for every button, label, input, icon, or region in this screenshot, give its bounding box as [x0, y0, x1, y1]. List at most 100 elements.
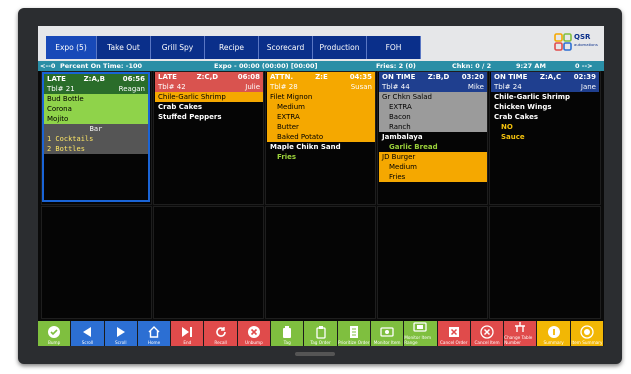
- order-ticket[interactable]: LATE Z:C,D 06:08 Tbl# 42 Julie Chile-Gar…: [155, 72, 263, 202]
- ticket-header: ON TIME Z:B,D 03:20: [379, 72, 487, 82]
- order-item[interactable]: Gr Chkn Salad: [379, 92, 487, 102]
- button-label: Item Summary: [571, 340, 603, 345]
- item-modifier: Bacon: [379, 112, 487, 122]
- tab-grill-spy[interactable]: Grill Spy: [151, 36, 205, 59]
- order-item[interactable]: Mojito: [44, 114, 148, 124]
- order-item[interactable]: Corona: [44, 104, 148, 114]
- grid-cell: [265, 206, 376, 319]
- order-seat: Z:A,B: [83, 75, 106, 83]
- monitor-item-range-button[interactable]: Monitor Item Range: [404, 320, 438, 346]
- order-item[interactable]: Filet Mignon: [267, 92, 375, 102]
- change-table-number-button[interactable]: Change Table Number: [504, 321, 538, 346]
- unbump-button[interactable]: Unbump: [237, 321, 272, 346]
- order-ticket[interactable]: ON TIME Z:B,D 03:20 Tbl# 44 Mike Gr Chkn…: [379, 72, 487, 202]
- cancel-order-button[interactable]: Cancel Order: [437, 321, 471, 346]
- button-label: Home: [147, 340, 161, 345]
- recall-icon: [214, 325, 228, 339]
- order-item[interactable]: Stuffed Peppers: [155, 112, 263, 122]
- tag-icon: [280, 325, 294, 339]
- recall-button[interactable]: Recall: [204, 321, 238, 346]
- logo-icon: [554, 33, 572, 51]
- order-grid: LATE Z:A,B 06:56 Tbl# 21 Reagan Bud Bott…: [38, 71, 604, 321]
- server-name: Mike: [467, 83, 484, 91]
- order-ticket[interactable]: ON TIME Z:A,C 02:39 Tbl# 24 Jane Chile-G…: [491, 72, 599, 202]
- order-item[interactable]: Bud Bottle: [44, 94, 148, 104]
- table-number: Tbl# 24: [494, 83, 522, 91]
- tab-expo[interactable]: Expo (5): [46, 36, 97, 59]
- button-label: End: [183, 340, 192, 345]
- tab-production[interactable]: Production: [313, 36, 367, 59]
- order-seat: Z:E: [315, 73, 328, 81]
- order-ticket[interactable]: ATTN. Z:E 04:35 Tbl# 28 Susan Filet Mign…: [267, 72, 375, 202]
- scroll-right-button[interactable]: Scroll: [104, 321, 138, 346]
- server-name: Jane: [580, 83, 596, 91]
- item-modifier: Medium: [267, 102, 375, 112]
- tab-foh[interactable]: FOH: [367, 36, 421, 59]
- button-label: Prioritize Order: [338, 340, 370, 345]
- station-label: Bar: [44, 124, 148, 134]
- order-status: LATE: [47, 75, 66, 83]
- tab-scorecard[interactable]: Scorecard: [259, 36, 313, 59]
- ticket-header: ATTN. Z:E 04:35: [267, 72, 375, 82]
- monitor-item-button[interactable]: Monitor Item: [370, 321, 405, 346]
- server-name: Reagan: [118, 85, 145, 93]
- percent-on-time: Percent On Time: -100: [60, 62, 143, 70]
- order-status: ATTN.: [270, 73, 294, 81]
- home-button[interactable]: Home: [137, 321, 172, 346]
- item-summary-icon: [580, 325, 594, 339]
- tab-take-out[interactable]: Take Out: [97, 36, 151, 59]
- logo-subtext: automations: [574, 42, 598, 47]
- order-item[interactable]: Jambalaya: [379, 132, 487, 142]
- item-modifier: Garlic Bread: [389, 143, 438, 151]
- scroll-left-button[interactable]: Scroll: [71, 321, 105, 346]
- tag-order-icon: [314, 325, 328, 339]
- order-item[interactable]: Maple Chikn Sand: [267, 142, 375, 152]
- order-item[interactable]: JD Burger: [379, 152, 487, 162]
- tab-label: Recipe: [218, 43, 245, 52]
- grid-cell: [41, 206, 152, 319]
- button-label: Tag: [283, 340, 291, 345]
- server-name: Susan: [350, 83, 372, 91]
- order-item[interactable]: Chicken Wings: [491, 102, 599, 112]
- tab-label: Grill Spy: [161, 43, 194, 52]
- unbump-icon: [247, 325, 261, 339]
- table-number: Tbl# 42: [158, 83, 186, 91]
- check-icon: [47, 325, 61, 339]
- order-timer: 02:39: [573, 73, 596, 81]
- tab-recipe[interactable]: Recipe: [205, 36, 259, 59]
- ticket-subheader: Tbl# 28 Susan: [267, 82, 375, 92]
- order-status: ON TIME: [382, 73, 416, 81]
- tag-order-button[interactable]: Tag Order: [304, 321, 338, 346]
- scroll-right-indicator[interactable]: 0 -->: [575, 61, 593, 71]
- button-label: Cancel Item: [474, 340, 500, 345]
- item-modifier: Fries: [379, 172, 487, 182]
- tag-button[interactable]: Tag: [271, 321, 305, 346]
- order-item[interactable]: Chile-Garlic Shrimp: [491, 92, 599, 102]
- prioritize-order-button[interactable]: Prioritize Order: [337, 321, 371, 346]
- item-modifier: Medium: [379, 162, 487, 172]
- cancel-item-button[interactable]: Cancel Item: [470, 321, 505, 346]
- monitor-range-icon: [413, 320, 428, 334]
- scroll-left-indicator[interactable]: <--0: [40, 61, 55, 71]
- item-modifier: Ranch: [379, 122, 487, 132]
- clock: 9:27 AM: [516, 62, 546, 70]
- summary-button[interactable]: Summary: [537, 321, 571, 346]
- skip-end-icon: [180, 325, 194, 339]
- item-modifier: EXTRA: [267, 112, 375, 122]
- end-button[interactable]: End: [171, 321, 205, 346]
- action-button-bar: Bump Scroll Scroll Home End Recall Unbum…: [38, 321, 604, 346]
- order-item[interactable]: Chile-Garlic Shrimp: [155, 92, 263, 102]
- order-item[interactable]: Crab Cakes: [491, 112, 599, 122]
- tab-label: Expo (5): [55, 43, 87, 52]
- item-modifier: Baked Potato: [267, 132, 375, 142]
- order-ticket[interactable]: LATE Z:A,B 06:56 Tbl# 21 Reagan Bud Bott…: [42, 72, 150, 202]
- ticket-header: ON TIME Z:A,C 02:39: [491, 72, 599, 82]
- order-seat: Z:C,D: [196, 73, 219, 81]
- expo-timer: Expo - 00:00 (00:00) [00:00]: [214, 62, 318, 70]
- item-summary-button[interactable]: Item Summary: [570, 321, 604, 346]
- grid-cell: [489, 206, 601, 319]
- button-label: Monitor Item: [373, 340, 401, 345]
- order-item[interactable]: Crab Cakes: [155, 102, 263, 112]
- tab-label: Scorecard: [266, 43, 305, 52]
- bump-button[interactable]: Bump: [38, 321, 72, 346]
